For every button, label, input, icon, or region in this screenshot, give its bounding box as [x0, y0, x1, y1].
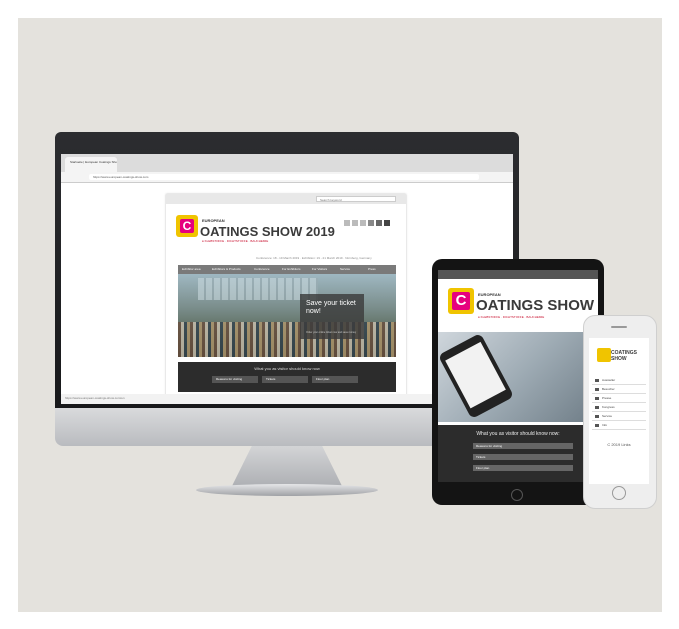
- phone-in-hand-screen: [445, 341, 506, 409]
- twitter-icon[interactable]: [352, 220, 358, 226]
- menu-item[interactable]: Besucher: [592, 385, 646, 394]
- visitor-box: What you as visitor should know now: Rea…: [438, 425, 598, 482]
- nav-item[interactable]: For Visitors: [312, 265, 327, 274]
- hero-image: Save your ticket now! Order your online …: [178, 274, 396, 357]
- nav-item[interactable]: Exhibitors & Products: [212, 265, 241, 274]
- menu-item[interactable]: Info: [592, 421, 646, 430]
- ticket-teaser[interactable]: Save your ticket now! Order your online …: [300, 294, 364, 339]
- menu-icon: [595, 388, 599, 391]
- event-info: Conference: 18 - 19 March 2019 · Exhibit…: [256, 256, 372, 260]
- logo-european: EUROPEAN: [202, 218, 225, 223]
- visitor-box: What you as visitor should know now Reas…: [178, 362, 396, 392]
- logo-title: COATINGS SHOW: [611, 350, 638, 362]
- menu-icon: [595, 415, 599, 418]
- monitor-base: [196, 484, 378, 496]
- floorplan-button[interactable]: Floor plan: [312, 376, 358, 383]
- logo-title: OATINGS SHOW 2019: [200, 224, 335, 239]
- logo-letter: C: [180, 219, 194, 233]
- ticket-subtitle: Order your online ticket now and save mo…: [306, 331, 357, 334]
- tablet-topbar: [438, 270, 598, 279]
- menu-item[interactable]: Kongress: [592, 403, 646, 412]
- linkedin-icon[interactable]: [360, 220, 366, 226]
- visitor-title: What you as visitor should know now:: [476, 431, 560, 437]
- menu-label: Presse: [602, 396, 612, 400]
- menu-item[interactable]: Aussteller: [592, 376, 646, 385]
- logo-title: OATINGS SHOW 2019: [476, 297, 598, 314]
- reasons-button[interactable]: Reasons for visiting: [473, 443, 573, 449]
- language-icon[interactable]: [384, 220, 390, 226]
- browser-tabbar: Startseite | European Coatings Show 2019: [61, 154, 513, 172]
- tablet-screen: C EUROPEAN OATINGS SHOW 2019 ● KLEBSTOFF…: [438, 270, 598, 482]
- youtube-icon[interactable]: [376, 220, 382, 226]
- reasons-button[interactable]: Reasons for visiting: [212, 376, 258, 383]
- ticket-title: Save your ticket now!: [306, 300, 356, 315]
- facebook-icon[interactable]: [344, 220, 350, 226]
- tickets-button[interactable]: Tickets: [262, 376, 308, 383]
- site-topbar: Search keyword: [166, 194, 406, 204]
- nav-item[interactable]: Exhibitor area: [182, 265, 201, 274]
- tablet-home-button[interactable]: [511, 489, 523, 501]
- phone-speaker: [611, 326, 627, 328]
- phone-home-button[interactable]: [612, 486, 626, 500]
- phone-in-hand: [438, 332, 515, 420]
- menu-icon: [595, 397, 599, 400]
- visitor-title: What you as visitor should know now: [254, 366, 320, 371]
- logo-subtitle: ● KLEBSTOFFE · DICHTSTOFFE · BAUCHEMIE: [202, 239, 269, 243]
- tickets-button[interactable]: Tickets: [473, 454, 573, 460]
- website: Search keyword C EUROPEAN OATINGS SHOW 2…: [166, 194, 406, 399]
- logo-subtitle: ● KLEBSTOFFE · DICHTSTOFFE · BAUCHEMIE: [478, 315, 545, 319]
- phone-footer: C 2019 Links: [607, 442, 631, 447]
- browser-tab[interactable]: Startseite | European Coatings Show 2019: [65, 157, 117, 172]
- main-nav: Exhibitor area Exhibitors & Products Con…: [178, 265, 396, 274]
- nav-item[interactable]: Conference: [254, 265, 270, 274]
- menu-label: Info: [602, 423, 608, 427]
- hero-photo: [438, 332, 598, 422]
- menu-label: Besucher: [602, 387, 615, 391]
- menu-label: Aussteller: [602, 378, 616, 382]
- search-input[interactable]: Search keyword: [316, 196, 396, 202]
- menu-label: Kongress: [602, 405, 615, 409]
- nav-item[interactable]: Press: [368, 265, 376, 274]
- nav-item[interactable]: Service: [340, 265, 350, 274]
- floorplan-button[interactable]: Floor plan: [473, 465, 573, 471]
- xing-icon[interactable]: [368, 220, 374, 226]
- logo-letter: C: [452, 292, 470, 310]
- phone-screen: COATINGS SHOW Aussteller Besucher Presse…: [589, 338, 649, 484]
- menu-item[interactable]: Service: [592, 412, 646, 421]
- menu-icon: [595, 424, 599, 427]
- nav-item[interactable]: For Exhibitors: [282, 265, 301, 274]
- menu-item[interactable]: Presse: [592, 394, 646, 403]
- menu-icon: [595, 379, 599, 382]
- address-bar[interactable]: https://www.european-coatings-show.com: [89, 174, 479, 180]
- menu-label: Service: [602, 414, 613, 418]
- browser-toolbar: https://www.european-coatings-show.com: [61, 172, 513, 183]
- menu-icon: [595, 406, 599, 409]
- logo-mark: [597, 348, 611, 362]
